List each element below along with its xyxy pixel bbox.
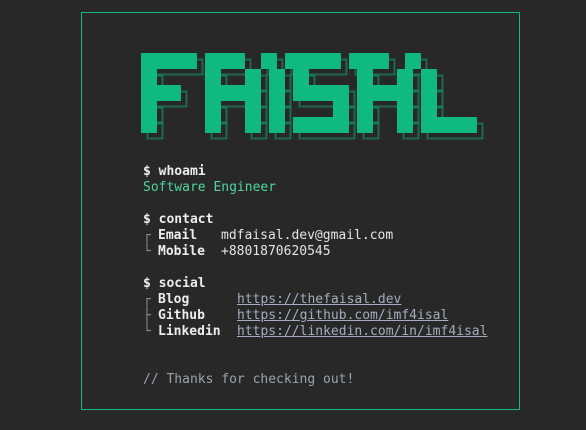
- logo-block: [421, 85, 437, 101]
- logo-block: [245, 85, 261, 101]
- logo-block: [205, 85, 245, 101]
- logo-block: [269, 101, 285, 117]
- whoami-prompt: $ whoami: [143, 164, 206, 179]
- tree-glyph: └: [143, 244, 151, 259]
- logo-block: [245, 117, 261, 133]
- contact-mobile-row: └ Mobile +8801870620545: [143, 244, 331, 260]
- blog-link[interactable]: https://thefaisal.dev: [237, 292, 401, 308]
- logo-block: [293, 69, 309, 85]
- logo-block: [285, 53, 341, 69]
- logo-block: [293, 117, 349, 133]
- social-prompt: $ social: [143, 276, 206, 291]
- logo-block: [141, 117, 157, 133]
- logo-block: [245, 101, 261, 117]
- logo-block: [397, 117, 413, 133]
- logo-block: [141, 85, 181, 101]
- social-github-row: ├ Github https://github.com/imf4isal: [143, 308, 448, 324]
- logo-block: [357, 101, 373, 117]
- logo-block: [421, 69, 437, 85]
- logo-block: [349, 53, 389, 69]
- tree-glyph: ├: [143, 308, 151, 323]
- github-label: Github: [158, 308, 205, 323]
- logo-block: [205, 69, 221, 85]
- tree-glyph: ┌: [143, 228, 151, 243]
- logo-block: [205, 53, 245, 69]
- logo-block: [397, 85, 413, 101]
- tree-glyph: ┌: [143, 292, 151, 307]
- mobile-value: +8801870620545: [221, 244, 331, 259]
- logo-block: [293, 85, 349, 101]
- logo-block: [141, 69, 157, 85]
- logo-block: [269, 85, 285, 101]
- social-linkedin-row: └ Linkedin https://linkedin.com/in/imf4i…: [143, 324, 487, 340]
- logo-block: [205, 117, 221, 133]
- contact-email-row: ┌ Email mdfaisal.dev@gmail.com: [143, 228, 393, 244]
- logo-block: [405, 53, 421, 69]
- mobile-label: Mobile: [158, 244, 205, 259]
- linkedin-link[interactable]: https://linkedin.com/in/imf4isal: [237, 324, 487, 340]
- job-title: Software Engineer: [143, 180, 277, 195]
- logo-block: [141, 53, 197, 69]
- faisal-logo: [141, 53, 484, 140]
- logo-block: [245, 69, 261, 85]
- logo-block: [397, 101, 413, 117]
- logo-block: [357, 117, 373, 133]
- logo-block: [205, 101, 221, 117]
- email-value[interactable]: mdfaisal.dev@gmail.com: [221, 228, 393, 244]
- logo-block: [261, 53, 277, 69]
- logo-block: [357, 85, 397, 101]
- logo-block: [269, 117, 285, 133]
- logo-block: [421, 117, 477, 133]
- contact-prompt: $ contact: [143, 212, 214, 227]
- logo-block: [141, 101, 157, 117]
- tree-glyph: └: [143, 324, 151, 339]
- logo-block: [421, 101, 437, 117]
- logo-block: [269, 69, 285, 85]
- footer-comment: // Thanks for checking out!: [143, 372, 355, 387]
- blog-label: Blog: [158, 292, 190, 307]
- logo-block: [357, 69, 373, 85]
- linkedin-label: Linkedin: [158, 324, 221, 339]
- logo-block: [333, 101, 349, 117]
- logo-block: [397, 69, 413, 85]
- github-link[interactable]: https://github.com/imf4isal: [237, 308, 448, 324]
- email-label: Email: [158, 228, 198, 243]
- social-blog-row: ┌ Blog https://thefaisal.dev: [143, 292, 401, 308]
